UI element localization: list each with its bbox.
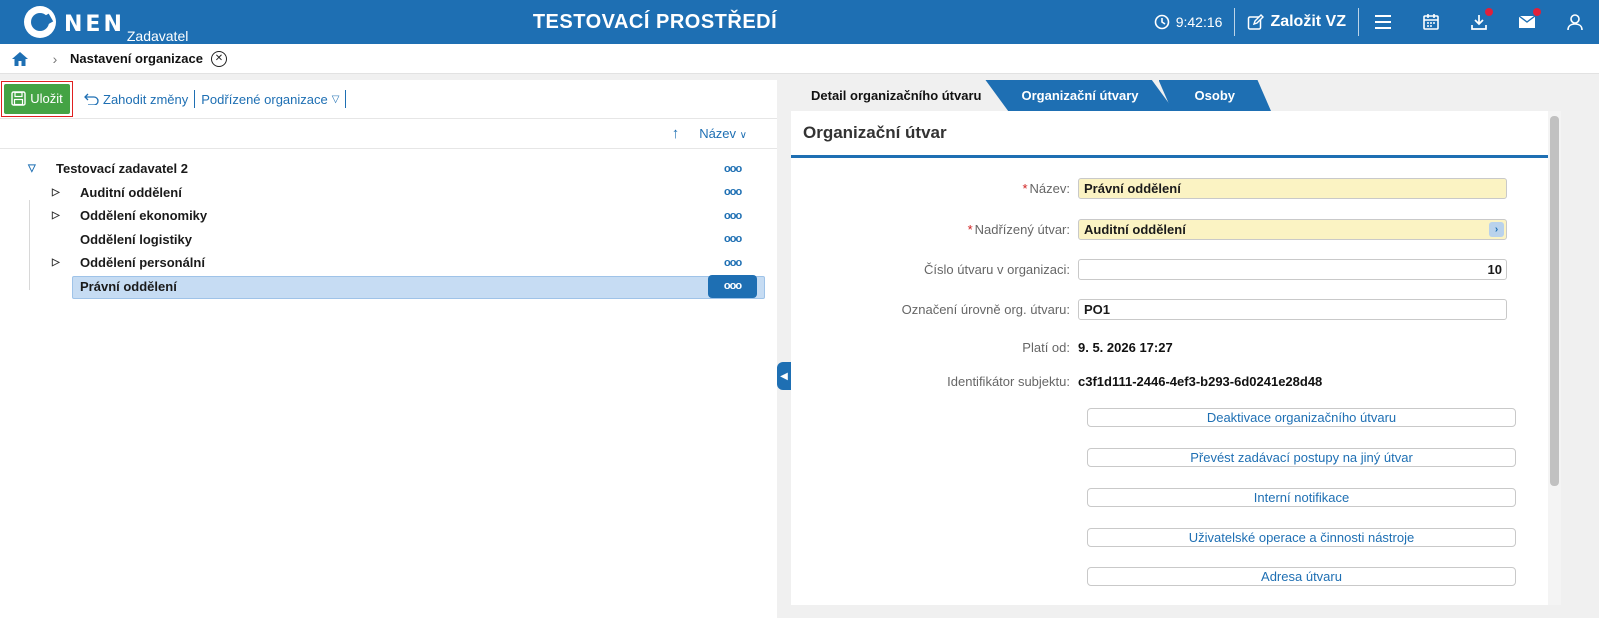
number-row: Číslo útvaru v organizaci: 10: [791, 258, 1548, 280]
expand-triangle-icon[interactable]: ▷: [52, 187, 60, 198]
tree-node-label: Oddělení ekonomiky: [80, 208, 208, 224]
tree-node-label: Oddělení personální: [80, 255, 205, 271]
name-label: * Název:: [1022, 180, 1070, 196]
session-clock: 9:42:16: [1142, 14, 1235, 30]
calendar-icon: [1423, 14, 1439, 30]
tree-toolbar: Uložit Zahodit změny Podřízené organizac…: [0, 80, 777, 119]
menu-button[interactable]: [1359, 0, 1407, 44]
valid-from-value: 9. 5. 2026 17:27: [1078, 339, 1173, 355]
tree-node-label: Auditní oddělení: [80, 184, 182, 200]
unit-address-button[interactable]: Adresa útvaru: [1087, 567, 1516, 586]
collapse-triangle-icon[interactable]: ▽: [28, 163, 36, 174]
user-button[interactable]: [1551, 0, 1599, 44]
org-tree-panel: Uložit Zahodit změny Podřízené organizac…: [0, 80, 777, 618]
parent-row: * Nadřízený útvar: Auditní oddělení ›: [791, 218, 1548, 240]
valid-from-label: Platí od:: [1022, 339, 1070, 355]
home-icon: [12, 51, 28, 66]
create-vz-button[interactable]: Založit VZ: [1235, 13, 1358, 31]
mail-notification-dot: [1533, 8, 1541, 16]
tab-persons[interactable]: Osoby: [1158, 80, 1271, 111]
more-options-icon[interactable]: ooo: [724, 257, 742, 269]
tree-node-selected[interactable]: Právní oddělení: [0, 275, 777, 299]
create-vz-label: Založit VZ: [1270, 13, 1346, 30]
chevron-right-icon[interactable]: ›: [1489, 221, 1504, 237]
tree-node-label: Testovací zadavatel 2: [56, 161, 188, 177]
tree-root[interactable]: ▽ Testovací zadavatel 2 ooo: [0, 157, 777, 181]
name-row: * Název: Právní oddělení: [791, 177, 1548, 199]
scrollbar-thumb[interactable]: [1550, 116, 1559, 486]
sort-field-dropdown[interactable]: Název ∨: [699, 126, 747, 141]
save-label: Uložit: [30, 91, 63, 106]
clock-icon: [1154, 14, 1170, 30]
subject-id-label: Identifikátor subjektu:: [947, 373, 1070, 389]
parent-unit-value: Auditní oddělení: [1084, 221, 1186, 237]
sort-direction-icon[interactable]: ↑: [672, 125, 680, 142]
expand-triangle-icon[interactable]: ▷: [52, 210, 60, 221]
download-notification-dot: [1485, 8, 1493, 16]
mail-icon: [1518, 15, 1536, 28]
deactivate-button[interactable]: Deaktivace organizačního útvaru: [1087, 408, 1516, 427]
menu-icon: [1375, 15, 1391, 29]
more-options-icon[interactable]: ooo: [724, 233, 742, 245]
sort-field-label: Název: [699, 126, 737, 141]
level-label: Označení úrovně org. útvaru:: [901, 301, 1070, 317]
subject-id-value: c3f1d111-2446-4ef3-b293-6d0241e28d48: [1078, 373, 1323, 389]
discard-label: Zahodit změny: [103, 91, 189, 107]
sort-bar: ↑ Název ∨: [0, 119, 777, 149]
tree-node[interactable]: Oddělení logistiky ooo: [0, 228, 777, 252]
tree-node[interactable]: ▷ Oddělení ekonomiky ooo: [0, 204, 777, 228]
close-tab-icon[interactable]: ✕: [210, 50, 227, 67]
floppy-disk-icon: [11, 91, 26, 106]
tree-node-label: Právní oddělení: [80, 278, 177, 294]
number-label: Číslo útvaru v organizaci:: [924, 261, 1070, 277]
download-icon: [1471, 15, 1487, 30]
chevron-right-icon: ›: [52, 50, 58, 67]
chevron-down-icon: ∨: [739, 130, 747, 141]
subject-id-row: Identifikátor subjektu: c3f1d111-2446-4e…: [791, 370, 1548, 392]
parent-unit-field[interactable]: Auditní oddělení ›: [1078, 218, 1507, 240]
unit-number-input[interactable]: 10: [1078, 258, 1507, 280]
name-input[interactable]: Právní oddělení: [1078, 177, 1507, 199]
parent-label: * Nadřízený útvar:: [967, 221, 1070, 237]
breadcrumb: › Nastavení organizace ✕: [0, 44, 1599, 74]
clock-time: 9:42:16: [1175, 14, 1223, 30]
discard-changes-button[interactable]: Zahodit změny: [77, 92, 194, 107]
tree-node[interactable]: ▷ Oddělení personální ooo: [0, 251, 777, 275]
tree-node[interactable]: ▷ Auditní oddělení ooo: [0, 181, 777, 205]
section-title: Organizační útvar: [791, 111, 1548, 158]
environment-title: TESTOVACÍ PROSTŘEDÍ: [532, 11, 778, 33]
collapse-panel-button[interactable]: ◀: [777, 362, 791, 390]
level-row: Označení úrovně org. útvaru: PO1: [791, 298, 1548, 320]
messages-button[interactable]: [1503, 0, 1551, 44]
triangle-down-icon: ▽: [331, 93, 340, 105]
more-options-icon[interactable]: ooo: [724, 163, 742, 175]
transfer-procedures-button[interactable]: Převést zadávací postupy na jiný útvar: [1087, 448, 1516, 467]
detail-tabs: Detail organizačního útvaru Organizační …: [791, 80, 1271, 111]
undo-icon: [84, 93, 99, 105]
calendar-button[interactable]: [1407, 0, 1455, 44]
save-button[interactable]: Uložit: [4, 83, 70, 114]
home-button[interactable]: [0, 51, 40, 67]
tab-detail[interactable]: Detail organizačního útvaru: [791, 80, 1002, 111]
breadcrumb-current: Nastavení organizace: [70, 51, 203, 66]
user-icon: [1567, 14, 1583, 31]
tree-node-label: Oddělení logistiky: [80, 231, 192, 247]
expand-triangle-icon[interactable]: ▷: [52, 257, 60, 268]
more-options-icon[interactable]: ooo: [724, 186, 742, 198]
detail-panel: Organizační útvar * Název: Právní oddělen…: [791, 111, 1548, 605]
user-operations-button[interactable]: Uživatelské operace a činnosti nástroje: [1087, 528, 1516, 547]
valid-from-row: Platí od: 9. 5. 2026 17:27: [791, 336, 1548, 358]
downloads-button[interactable]: [1455, 0, 1503, 44]
subordinate-orgs-label: Podřízené organizace: [201, 91, 328, 107]
tab-org-units[interactable]: Organizační útvary: [985, 80, 1175, 111]
level-input[interactable]: PO1: [1078, 298, 1507, 320]
internal-notifications-button[interactable]: Interní notifikace: [1087, 488, 1516, 507]
org-tree: ▽ Testovací zadavatel 2 ooo ▷ Auditní od…: [0, 149, 777, 298]
subordinate-orgs-dropdown[interactable]: Podřízené organizace ▽: [195, 92, 345, 107]
edit-icon: [1248, 13, 1265, 30]
more-options-icon[interactable]: ooo: [724, 210, 742, 222]
top-header: NEN Zadavatel TESTOVACÍ PROSTŘEDÍ 9:42:1…: [0, 0, 1599, 44]
